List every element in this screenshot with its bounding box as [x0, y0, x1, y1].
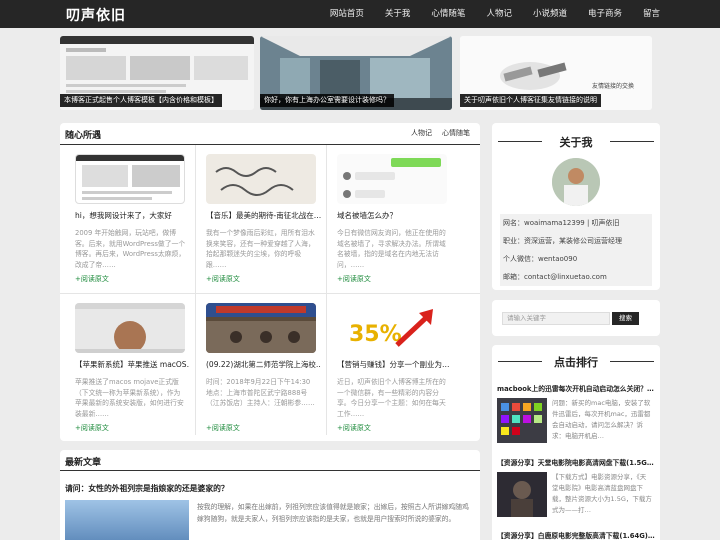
post-thumbnail[interactable]	[206, 303, 316, 353]
read-more-link[interactable]: +阅读原文	[206, 274, 240, 284]
slide-1[interactable]: 本博客正式起售个人博客模板【内含价格和模板】	[60, 36, 254, 110]
hot-item-thumbnail[interactable]	[497, 398, 547, 443]
title-rule	[498, 141, 542, 142]
about-nickname: 网名：woaimama12399 | 叨声依旧	[500, 214, 652, 232]
about-card: 关于我 网名：woaimama12399 | 叨声依旧 职业：资深运营，某装修公…	[492, 123, 660, 290]
about-title: 关于我	[559, 136, 593, 149]
post-title[interactable]: 【音乐】最美的期待-南征北战在…	[206, 210, 321, 221]
title-rule	[498, 361, 542, 362]
nav-essay[interactable]: 心情随笔	[431, 0, 465, 28]
hot-card: 点击排行 macbook上的迅雷每次开机自动启动怎么关闭？… 问题：新买的mac…	[492, 345, 660, 540]
random-divider	[60, 144, 480, 145]
nav-home[interactable]: 网站首页	[330, 0, 364, 28]
post-title[interactable]: 域名被墙怎么办？	[337, 210, 452, 221]
latest-post-thumbnail[interactable]	[65, 500, 189, 540]
slide-3-caption: 关于叨声依旧个人博客征集友情链接的说明	[460, 94, 601, 107]
about-email: 邮箱：contact@linxuetao.com	[500, 268, 652, 286]
random-section-title: 随心所遇	[65, 131, 102, 141]
read-more-link[interactable]: +阅读原文	[337, 274, 371, 284]
grid-line	[195, 145, 196, 435]
search-input[interactable]: 请输入关键字	[502, 312, 610, 325]
nav-people[interactable]: 人物记	[486, 0, 512, 28]
post-title[interactable]: (09.22)湖北第二师范学院上海校…	[206, 359, 321, 370]
slide-1-caption: 本博客正式起售个人博客模板【内含价格和模板】	[60, 94, 222, 107]
read-more-link[interactable]: +阅读原文	[75, 423, 109, 433]
post-thumbnail[interactable]: 35%	[337, 303, 447, 353]
post-title[interactable]: hi，想我网设计来了，大家好	[75, 210, 190, 221]
nav-links: 网站首页 关于我 心情随笔 人物记 小说频道 电子商务 留言	[309, 0, 660, 28]
post-thumbnail[interactable]	[75, 303, 185, 353]
about-job: 职业：资深运营，某装修公司运营经理	[500, 232, 652, 250]
nav-guestbook[interactable]: 留言	[643, 0, 660, 28]
svg-text:35%: 35%	[349, 322, 402, 347]
post-excerpt: 苹果推送了macos mojave正式版（下文统一称为苹果新系统），作为苹果最新…	[75, 378, 184, 418]
latest-post-excerpt: 按我的理解，如果在出嫁前，列祖列宗应该值得就是娘家；出嫁后，按照古人所讲嫁鸡随鸡…	[197, 503, 469, 523]
search-button[interactable]: 搜索	[612, 312, 639, 325]
post-excerpt: 我有一个梦像雨后彩虹，用所有泪水换来笑容，还有一种爱穿越了人海，拾起那颗迷失的尘…	[206, 229, 315, 269]
post-excerpt: 2009 年开始触网，玩站吧，做博客。后来，就用WordPress做了一个博客。…	[75, 229, 186, 269]
slide-3-overlay-text: 友情链接的交换	[592, 83, 635, 90]
title-rule	[610, 361, 654, 362]
search-card: 请输入关键字 搜索	[492, 300, 660, 336]
hot-item-title[interactable]: 【资源分享】白鹿原电影完整版高清下载(1.64G)…	[497, 530, 657, 540]
hot-item-excerpt: 【下载方式】电影资源分享，《天堂电影院》电影高清蓝盘网盘下载，整片资源大小为1.…	[552, 473, 652, 514]
post-excerpt: 今日有微信网友询问，他正在使用的域名被墙了，寻求解决办法。所谓域名被墙，指的是域…	[337, 229, 446, 269]
tab-essay[interactable]: 心情随笔	[442, 128, 470, 138]
slide-2-caption: 你好，你有上海办公室需要设计装修吗？	[260, 94, 394, 107]
post-thumbnail[interactable]	[75, 154, 185, 204]
latest-divider	[60, 470, 480, 471]
hot-item-thumbnail[interactable]	[497, 472, 547, 517]
avatar	[552, 158, 600, 206]
latest-section-title: 最新文章	[65, 458, 102, 468]
read-more-link[interactable]: +阅读原文	[206, 423, 240, 433]
post-excerpt: 时间：2018年9月22日下午14:30 地点：上海市普陀区武宁路888号（江苏…	[206, 378, 315, 407]
random-tabs: 人物记 心情随笔	[401, 128, 470, 138]
post-excerpt: 近日，叨声依旧个人博客博主所在的一个微信群，有一些精彩的内容分享。今日分享一个主…	[337, 378, 446, 418]
top-nav: 叨声依旧 网站首页 关于我 心情随笔 人物记 小说频道 电子商务 留言	[0, 0, 720, 28]
nav-about[interactable]: 关于我	[385, 0, 411, 28]
latest-posts-card: 最新文章 请问：女性的外祖列宗是指娘家的还是婆家的？ 按我的理解，如果在出嫁前，…	[60, 450, 480, 540]
hot-item-excerpt: 问题：新买的mac电脑，安装了软件迅雷后，每次开机mac，迅雷都会自动启动，请问…	[552, 399, 651, 440]
slide-2[interactable]: 你好，你有上海办公室需要设计装修吗？	[260, 36, 452, 110]
tab-people[interactable]: 人物记	[411, 128, 432, 138]
nav-ecommerce[interactable]: 电子商务	[588, 0, 622, 28]
grid-line	[60, 293, 480, 294]
random-posts-card: 随心所遇 人物记 心情随笔 hi，想我网设计来了，大家好 2009 年开始触网，…	[60, 123, 480, 441]
title-rule	[610, 141, 654, 142]
hot-item-title[interactable]: 【资源分享】天堂电影院电影高清网盘下载(1.5G…	[497, 457, 657, 467]
latest-post-title[interactable]: 请问：女性的外祖列宗是指娘家的还是婆家的？	[65, 483, 229, 494]
nav-novel[interactable]: 小说频道	[533, 0, 567, 28]
hot-title: 点击排行	[554, 356, 598, 369]
site-logo[interactable]: 叨声依旧	[66, 5, 126, 25]
read-more-link[interactable]: +阅读原文	[337, 423, 371, 433]
read-more-link[interactable]: +阅读原文	[75, 274, 109, 284]
about-wechat: 个人微信：wentao090	[500, 250, 652, 268]
grid-line	[326, 145, 327, 435]
hot-item-title[interactable]: macbook上的迅雷每次开机自动启动怎么关闭？…	[497, 383, 657, 393]
post-thumbnail[interactable]	[206, 154, 316, 204]
slide-3[interactable]: 友情链接的交换 关于叨声依旧个人博客征集友情链接的说明	[460, 36, 652, 110]
post-thumbnail[interactable]	[337, 154, 447, 204]
post-title[interactable]: 【营销与赚钱】分享一个副业为…	[337, 359, 452, 370]
post-title[interactable]: 【苹果新系统】苹果推送 macOS…	[75, 359, 190, 370]
